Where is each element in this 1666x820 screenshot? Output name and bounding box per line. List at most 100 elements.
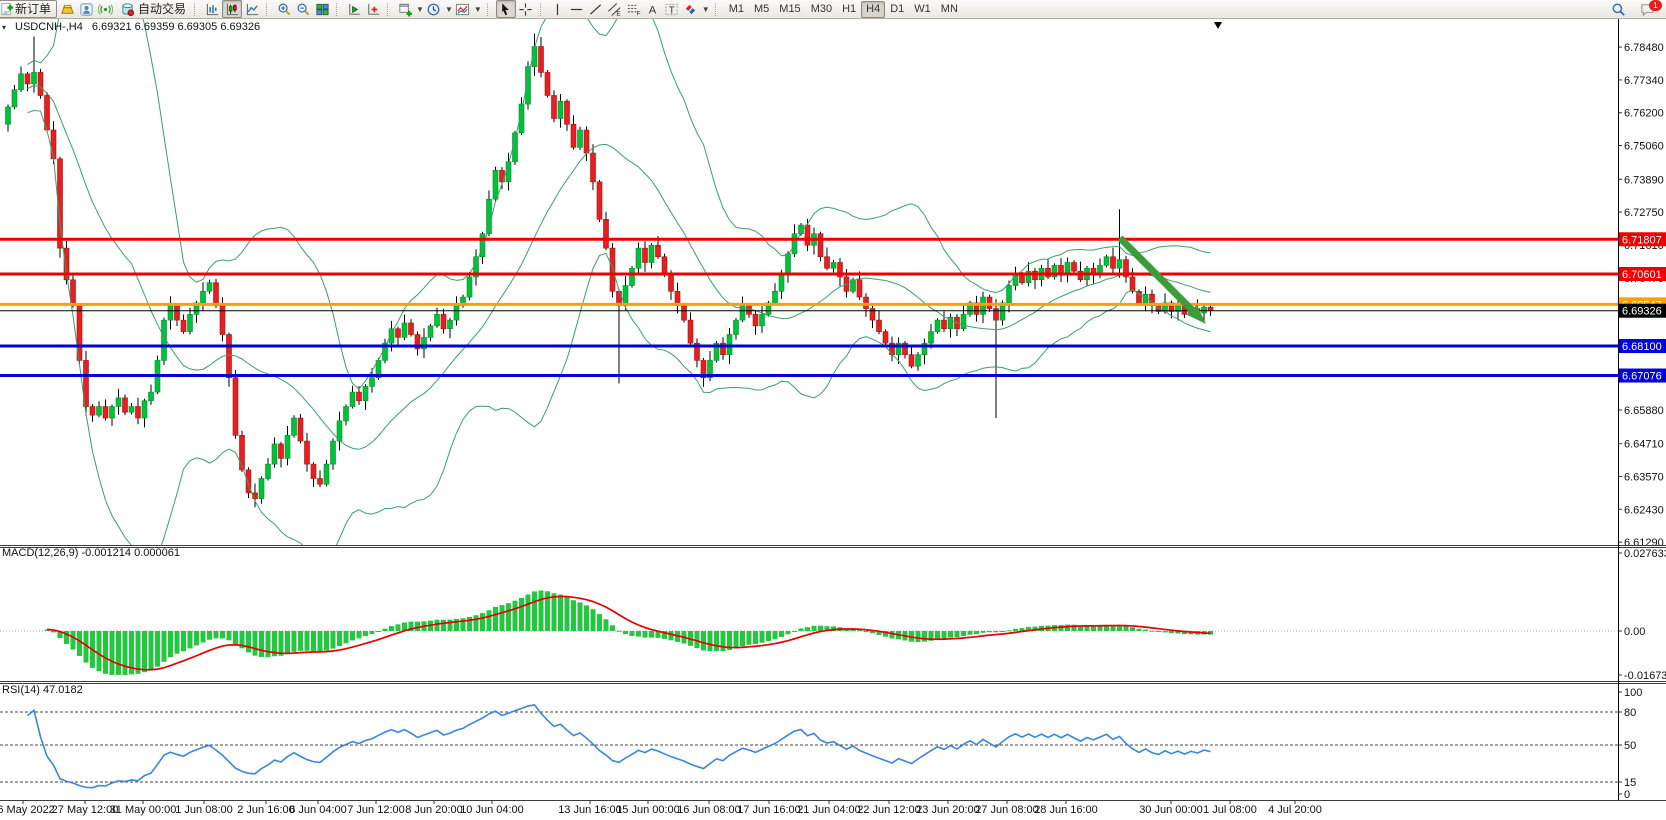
chart-shift-marker-icon bbox=[1214, 22, 1222, 29]
line-chart-mode-icon[interactable] bbox=[243, 1, 261, 17]
macd-histogram-bar bbox=[799, 628, 804, 631]
price-tick-label: 6.63570 bbox=[1624, 471, 1664, 483]
candle-body bbox=[883, 332, 888, 344]
candle-body bbox=[123, 398, 128, 412]
macd-histogram-bar bbox=[948, 631, 953, 638]
candle-body bbox=[1007, 286, 1012, 303]
autotrading-button[interactable]: 自动交易 bbox=[115, 1, 189, 17]
candle-body bbox=[760, 314, 765, 326]
candle-body bbox=[25, 74, 30, 84]
tile-windows-icon[interactable] bbox=[313, 1, 331, 17]
indicators-caret-icon[interactable]: ▼ bbox=[474, 5, 482, 14]
candle-body bbox=[370, 378, 375, 387]
step-forward-icon[interactable] bbox=[345, 1, 363, 17]
macd-histogram-bar bbox=[935, 631, 940, 639]
candle-body bbox=[818, 234, 823, 257]
macd-histogram-bar bbox=[578, 602, 583, 631]
macd-histogram-bar bbox=[617, 631, 622, 632]
new-chart-icon[interactable] bbox=[396, 1, 414, 17]
macd-histogram-bar bbox=[1007, 630, 1012, 631]
macd-histogram-bar bbox=[532, 591, 537, 631]
tf-button-H4[interactable]: H4 bbox=[861, 1, 885, 18]
tf-button-M30[interactable]: M30 bbox=[806, 1, 837, 18]
new-chart-caret-icon[interactable]: ▼ bbox=[416, 5, 424, 14]
zoom-out-icon[interactable] bbox=[294, 1, 312, 17]
macd-histogram-bar bbox=[955, 631, 960, 637]
macd-histogram-bar bbox=[753, 631, 758, 644]
chat-button[interactable]: 1 bbox=[1638, 1, 1660, 17]
arrows-tool-icon[interactable] bbox=[682, 1, 700, 17]
tf-button-M5[interactable]: M5 bbox=[749, 1, 774, 18]
candle-body bbox=[201, 291, 206, 303]
candle-body bbox=[175, 306, 180, 320]
macd-histogram-bar bbox=[389, 626, 394, 631]
candle-body bbox=[149, 392, 154, 401]
candle-body bbox=[363, 386, 368, 400]
macd-histogram-bar bbox=[1013, 629, 1018, 631]
tf-button-MN[interactable]: MN bbox=[936, 1, 963, 18]
arrows-caret-icon[interactable]: ▼ bbox=[702, 5, 710, 14]
price-badge-label: 6.67076 bbox=[1622, 371, 1662, 383]
trendline-tool-icon[interactable] bbox=[587, 1, 605, 17]
time-tick-label: 1 Jun 08:00 bbox=[175, 804, 233, 816]
fibonacci-tool-icon[interactable]: F bbox=[625, 1, 643, 17]
macd-histogram-bar bbox=[630, 631, 635, 636]
ohlc-values: 6.69321 6.69359 6.69305 6.69326 bbox=[92, 21, 260, 33]
search-icon[interactable] bbox=[1609, 1, 1627, 17]
text-label-tool-icon[interactable]: T bbox=[663, 1, 681, 17]
zoom-in-icon[interactable] bbox=[275, 1, 293, 17]
macd-histogram-bar bbox=[396, 624, 401, 631]
candle-body bbox=[285, 435, 290, 458]
candlestick-mode-icon[interactable] bbox=[222, 0, 242, 18]
vertical-line-tool-icon[interactable] bbox=[549, 1, 567, 17]
candle-body bbox=[324, 464, 329, 484]
macd-histogram-bar bbox=[818, 626, 823, 631]
macd-histogram-bar bbox=[526, 595, 531, 631]
candle-body bbox=[597, 182, 602, 219]
tf-button-W1[interactable]: W1 bbox=[909, 1, 936, 18]
profile-icon[interactable] bbox=[77, 1, 95, 17]
notification-badge: 1 bbox=[1649, 0, 1662, 11]
macd-tick-label: 0.00 bbox=[1624, 626, 1645, 638]
periods-clock-icon[interactable] bbox=[425, 1, 443, 17]
macd-histogram-bar bbox=[597, 614, 602, 631]
candle-body bbox=[409, 323, 414, 335]
macd-histogram-bar bbox=[1156, 631, 1161, 632]
tf-button-M15[interactable]: M15 bbox=[774, 1, 805, 18]
macd-histogram-bar bbox=[201, 631, 206, 643]
macd-histogram-bar bbox=[1169, 631, 1174, 633]
horizontal-line-tool-icon[interactable] bbox=[568, 1, 586, 17]
candle-body bbox=[864, 297, 869, 309]
deposit-gold-icon[interactable] bbox=[58, 1, 76, 17]
tf-button-D1[interactable]: D1 bbox=[885, 1, 909, 18]
candle-body bbox=[51, 130, 56, 159]
chart-canvas[interactable]: 6.784806.773406.762006.750606.738906.727… bbox=[0, 0, 1666, 820]
step-add-icon[interactable] bbox=[364, 1, 382, 17]
candle-body bbox=[877, 320, 882, 332]
candle-body bbox=[357, 392, 362, 401]
macd-histogram-bar bbox=[786, 631, 791, 634]
signal-broadcast-icon[interactable] bbox=[96, 1, 114, 17]
autotrading-label: 自动交易 bbox=[138, 1, 186, 17]
oneclick-collapse-icon[interactable]: ▾ bbox=[2, 23, 6, 32]
time-tick-label: 27 Jun 08:00 bbox=[975, 804, 1039, 816]
equidistant-channel-tool-icon[interactable]: E bbox=[606, 1, 624, 17]
indicators-icon[interactable] bbox=[454, 1, 472, 17]
new-order-button[interactable]: 新订单 bbox=[0, 0, 57, 18]
time-tick-label: 7 Jun 12:00 bbox=[347, 804, 405, 816]
candle-body bbox=[90, 407, 95, 416]
candle-body bbox=[266, 464, 271, 478]
tf-button-H1[interactable]: H1 bbox=[837, 1, 861, 18]
cursor-icon[interactable] bbox=[496, 0, 516, 18]
candle-body bbox=[227, 335, 232, 378]
bar-chart-mode-icon[interactable] bbox=[203, 1, 221, 17]
text-tool-icon[interactable]: A bbox=[644, 1, 662, 17]
rsi-tick-label: 0 bbox=[1624, 789, 1630, 801]
tf-button-M1[interactable]: M1 bbox=[724, 1, 749, 18]
macd-histogram-bar bbox=[116, 631, 121, 675]
time-tick-label: 1 Jul 08:00 bbox=[1203, 804, 1257, 816]
crosshair-icon[interactable] bbox=[517, 1, 535, 17]
candle-body bbox=[402, 323, 407, 337]
periods-caret-icon[interactable]: ▼ bbox=[445, 5, 453, 14]
macd-histogram-bar bbox=[604, 619, 609, 631]
